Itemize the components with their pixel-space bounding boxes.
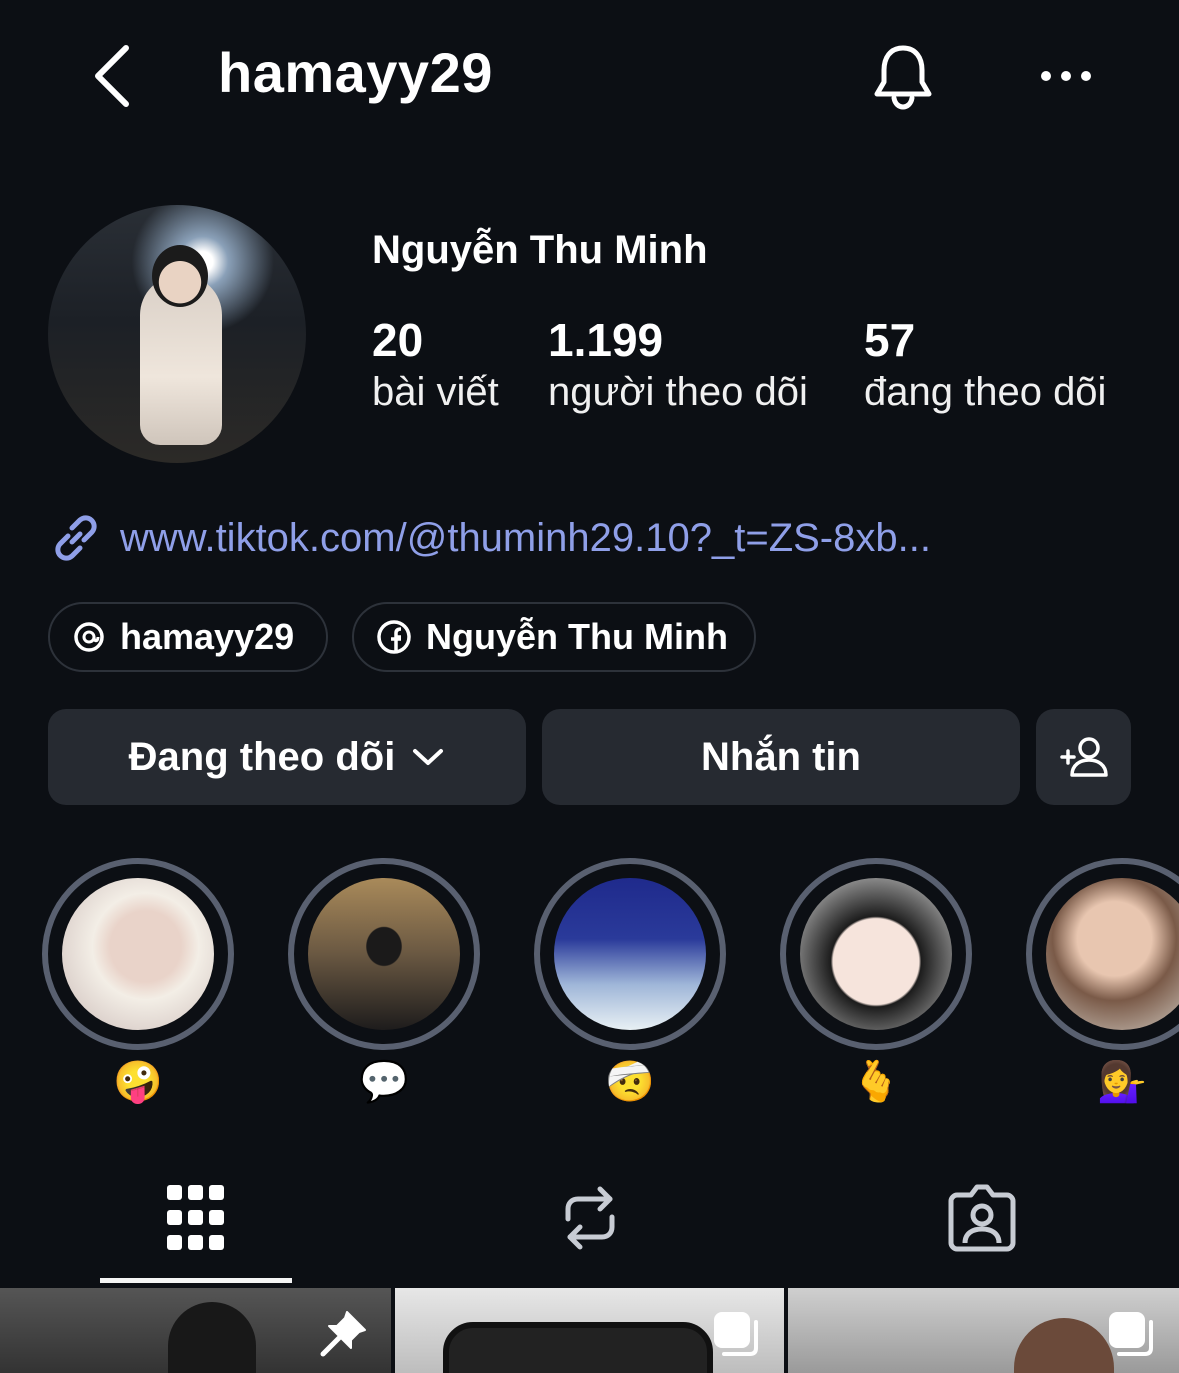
posts-stat[interactable]: 20 bài viết (372, 314, 499, 418)
more-options-button[interactable] (1036, 56, 1096, 96)
posts-count: 20 (372, 314, 424, 366)
tagged-icon (948, 1184, 1016, 1252)
story-highlight[interactable]: 🤕 (534, 858, 726, 1108)
tab-tagged[interactable] (922, 1168, 1042, 1268)
tab-reposts[interactable] (530, 1168, 650, 1268)
post-thumbnail[interactable] (0, 1288, 391, 1373)
link-icon (55, 515, 97, 561)
grid-icon (167, 1185, 224, 1250)
bell-icon (874, 45, 932, 110)
tab-posts-grid[interactable] (136, 1168, 256, 1268)
pin-icon (320, 1311, 366, 1357)
profile-page: hamayy29 Nguyễn Thu Minh 20 bài viết 1.1… (0, 0, 1179, 1373)
highlight-title: 💁‍♀️ (1097, 1059, 1147, 1105)
avatar-head (152, 245, 208, 307)
active-tab-indicator (100, 1278, 292, 1283)
carousel-icon (714, 1312, 758, 1356)
suggest-users-button[interactable] (1036, 709, 1131, 805)
username-title: hamayy29 (218, 41, 493, 104)
message-button[interactable]: Nhắn tin (542, 709, 1020, 805)
following-stat[interactable]: 57 đang theo dõi (864, 314, 1106, 418)
highlight-cover (554, 878, 706, 1030)
facebook-pill[interactable]: Nguyễn Thu Minh (352, 602, 756, 672)
post-image (443, 1322, 713, 1373)
highlight-title: 💬 (359, 1059, 409, 1105)
story-highlight[interactable]: 🫰 (780, 858, 972, 1108)
highlight-title: 🤪 (113, 1059, 163, 1105)
post-image (168, 1302, 256, 1373)
more-horizontal-icon (1041, 71, 1091, 81)
highlight-title: 🤕 (605, 1059, 655, 1105)
message-button-label: Nhắn tin (701, 734, 861, 779)
post-image (1014, 1318, 1114, 1373)
facebook-icon (377, 620, 411, 654)
threads-icon (74, 622, 104, 652)
threads-handle: hamayy29 (120, 616, 295, 657)
profile-full-name: Nguyễn Thu Minh (372, 228, 708, 272)
story-highlight[interactable]: 💁‍♀️ (1026, 858, 1179, 1108)
post-thumbnail[interactable] (395, 1288, 784, 1373)
bio-link-text: www.tiktok.com/@thuminh29.10?_t=ZS-8xb..… (120, 515, 931, 560)
highlight-cover (800, 878, 952, 1030)
story-highlight[interactable]: 🤪 (42, 858, 234, 1108)
post-thumbnail[interactable] (788, 1288, 1179, 1373)
following-count: 57 (864, 314, 916, 366)
chevron-down-icon (413, 749, 444, 765)
top-bar: hamayy29 (0, 0, 1179, 150)
carousel-icon (1109, 1312, 1153, 1356)
notifications-button[interactable] (868, 40, 938, 112)
chevron-left-icon (95, 45, 129, 107)
bio-link[interactable]: www.tiktok.com/@thuminh29.10?_t=ZS-8xb..… (48, 508, 931, 568)
followers-label: người theo dõi (548, 370, 808, 414)
followers-count: 1.199 (548, 314, 664, 366)
following-button[interactable]: Đang theo dõi (48, 709, 526, 805)
followers-stat[interactable]: 1.199 người theo dõi (548, 314, 808, 418)
repost-icon (565, 1186, 615, 1250)
following-button-label: Đang theo dõi (128, 734, 396, 779)
highlight-title: 🫰 (851, 1059, 901, 1105)
highlight-cover (308, 878, 460, 1030)
posts-label: bài viết (372, 370, 499, 414)
threads-pill[interactable]: hamayy29 (48, 602, 328, 672)
highlight-cover (62, 878, 214, 1030)
following-label: đang theo dõi (864, 370, 1107, 414)
story-highlight[interactable]: 💬 (288, 858, 480, 1108)
add-user-icon (1059, 737, 1108, 777)
back-button[interactable] (86, 40, 142, 112)
profile-avatar[interactable] (48, 205, 306, 463)
facebook-name: Nguyễn Thu Minh (426, 616, 728, 657)
